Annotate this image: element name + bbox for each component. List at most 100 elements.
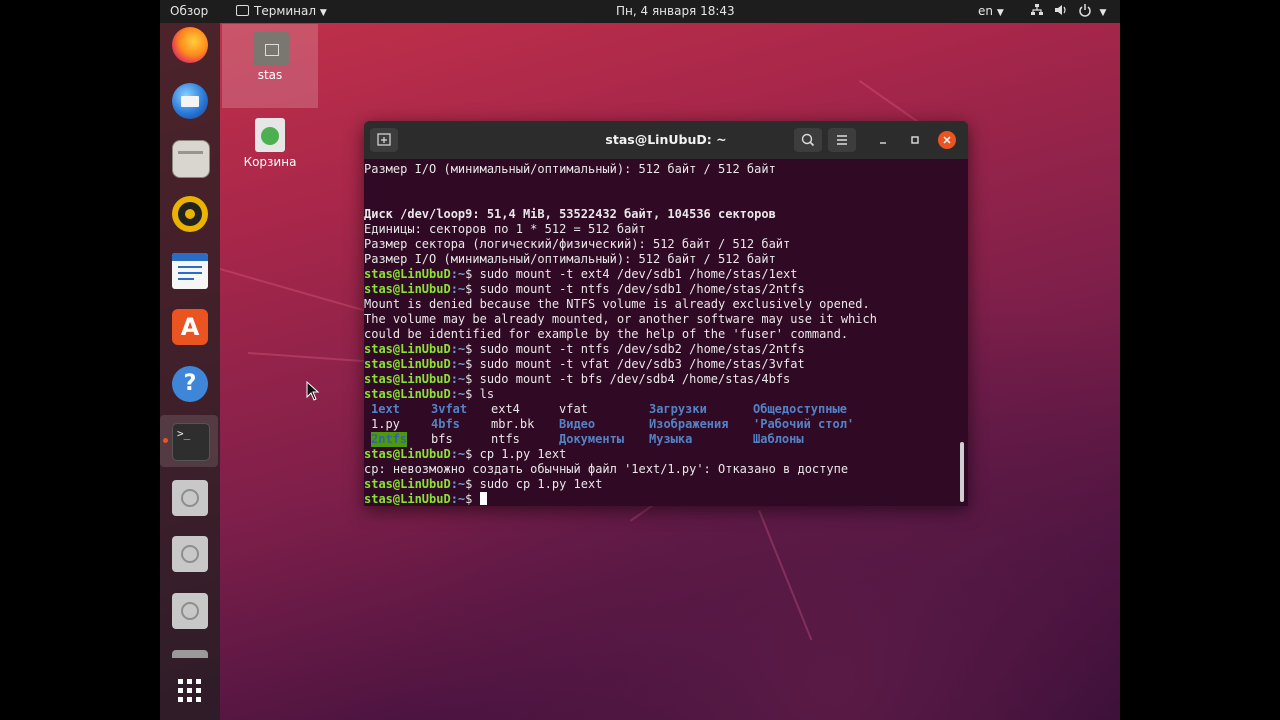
ls-entry: Шаблоны	[753, 432, 804, 446]
terminal-line: Mount is denied because the NTFS volume …	[364, 297, 870, 312]
home-folder-desktop-icon[interactable]: stas	[222, 24, 318, 108]
rhythmbox-icon[interactable]	[172, 196, 208, 232]
terminal-line: could be identified for example by the h…	[364, 327, 848, 342]
ls-entry: 2ntfs	[371, 432, 408, 447]
top-bar: Обзор Терминал ▼ Пн, 4 января 18:43 en ▼…	[160, 0, 1120, 23]
home-folder-label: stas	[257, 68, 283, 82]
ls-entry: Видео	[559, 417, 596, 431]
output-text: could be identified for example by the h…	[364, 327, 849, 341]
terminal-line: stas@LinUbuD:~$	[364, 492, 487, 506]
scrollbar-thumb[interactable]	[960, 442, 964, 502]
clock[interactable]: Пн, 4 января 18:43	[616, 4, 735, 18]
terminal-line: stas@LinUbuD:~$ sudo mount -t bfs /dev/s…	[364, 372, 790, 387]
terminal-line: Размер сектора (логический/физический): …	[364, 237, 790, 252]
prompt-user: stas@LinUbuD	[364, 267, 451, 281]
prompt-path: :~	[450, 477, 466, 491]
files-icon[interactable]	[172, 140, 210, 178]
terminal-line: stas@LinUbuD:~$ sudo mount -t vfat /dev/…	[364, 357, 805, 372]
prompt-sign: $	[465, 447, 480, 461]
prompt-path: :~	[450, 387, 466, 401]
prompt-sign: $	[465, 477, 480, 491]
menu-button[interactable]	[828, 128, 856, 152]
disk-icon[interactable]	[172, 593, 208, 629]
power-icon	[1078, 4, 1091, 17]
chevron-down-icon: ▼	[319, 8, 327, 18]
trash-desktop-icon[interactable]: Корзина	[222, 114, 318, 174]
terminal-line: Диск /dev/loop9: 51,4 MiB, 53522432 байт…	[364, 207, 776, 222]
prompt-path: :~	[450, 492, 466, 506]
prompt-user: stas@LinUbuD	[364, 447, 451, 461]
mouse-pointer-icon	[306, 381, 320, 401]
text-cursor	[479, 492, 487, 505]
command-text: sudo mount -t vfat /dev/sdb3 /home/stas/…	[479, 357, 805, 371]
prompt-sign: $	[465, 267, 480, 281]
command-text: sudo cp 1.py 1ext	[479, 477, 603, 491]
prompt-sign: $	[465, 282, 480, 296]
terminal-output[interactable]: Размер I/O (минимальный/оптимальный): 51…	[364, 159, 958, 506]
terminal-header-bar[interactable]: stas@LinUbuD: ~	[364, 121, 968, 159]
command-text: sudo mount -t bfs /dev/sdb4 /home/stas/4…	[479, 372, 791, 386]
prompt-path: :~	[450, 372, 466, 386]
output-text: Размер I/O (минимальный/оптимальный): 51…	[364, 252, 776, 266]
command-text: sudo mount -t ntfs /dev/sdb2 /home/stas/…	[479, 342, 805, 356]
ls-entry: 1.py	[371, 417, 400, 431]
running-indicator	[163, 438, 168, 443]
prompt-user: stas@LinUbuD	[364, 357, 451, 371]
command-text: sudo mount -t ext4 /dev/sdb1 /home/stas/…	[479, 267, 798, 281]
app-menu-button[interactable]: Терминал ▼	[236, 4, 327, 18]
command-text: sudo mount -t ntfs /dev/sdb1 /home/stas/…	[479, 282, 805, 296]
prompt-path: :~	[450, 447, 466, 461]
output-text: The volume may be already mounted, or an…	[364, 312, 877, 326]
ls-entry: Изображения	[649, 417, 729, 431]
output-text: Единицы: секторов по 1 * 512 = 512 байт	[364, 222, 646, 236]
prompt-user: stas@LinUbuD	[364, 492, 451, 506]
terminal-icon[interactable]: >_	[172, 423, 210, 461]
help-icon[interactable]: ?	[172, 366, 208, 402]
output-text: Размер I/O (минимальный/оптимальный): 51…	[364, 162, 776, 176]
terminal-line: stas@LinUbuD:~$ sudo mount -t ntfs /dev/…	[364, 282, 805, 297]
output-text: Диск /dev/loop9: 51,4 MiB, 53522432 байт…	[364, 207, 776, 221]
language-indicator[interactable]: en ▼	[978, 4, 1004, 18]
terminal-line: stas@LinUbuD:~$ sudo cp 1.py 1ext	[364, 477, 602, 492]
prompt-user: stas@LinUbuD	[364, 387, 451, 401]
prompt-sign: $	[465, 372, 480, 386]
ls-entry: Загрузки	[649, 402, 707, 416]
disk-icon[interactable]	[172, 650, 208, 658]
writer-icon[interactable]	[172, 253, 208, 289]
disk-icon[interactable]	[172, 480, 208, 516]
terminal-window[interactable]: stas@LinUbuD: ~ Размер I/O (минимальный/…	[364, 121, 968, 506]
wallpaper-line	[758, 510, 813, 641]
terminal-line: stas@LinUbuD:~$ ls	[364, 387, 494, 402]
language-label: en	[978, 4, 993, 18]
prompt-path: :~	[450, 357, 466, 371]
ls-entry: ext4	[491, 402, 520, 416]
ls-entry: 1ext	[371, 402, 400, 416]
search-button[interactable]	[794, 128, 822, 152]
prompt-sign: $	[465, 492, 480, 506]
show-applications-icon[interactable]	[172, 673, 208, 709]
prompt-user: stas@LinUbuD	[364, 372, 451, 386]
firefox-icon[interactable]	[172, 27, 208, 63]
command-text: ls	[479, 387, 495, 401]
disk-icon[interactable]	[172, 536, 208, 572]
trash-label: Корзина	[243, 155, 297, 169]
ls-entry: 'Рабочий стол'	[753, 417, 855, 431]
minimize-icon[interactable]	[876, 133, 890, 147]
ls-entry: ntfs	[491, 432, 520, 446]
close-button[interactable]	[938, 131, 956, 149]
software-store-icon[interactable]: A	[172, 309, 208, 345]
terminal-line: stas@LinUbuD:~$ sudo mount -t ntfs /dev/…	[364, 342, 805, 357]
network-icon	[1031, 4, 1043, 15]
system-menu[interactable]: ▼	[1030, 3, 1106, 18]
ls-entry: Документы	[559, 432, 625, 446]
terminal-small-icon	[236, 5, 249, 16]
maximize-icon[interactable]	[908, 133, 922, 147]
app-menu-label: Терминал	[254, 4, 317, 18]
ls-entry: mbr.bk	[491, 417, 535, 431]
activities-button[interactable]: Обзор	[170, 4, 208, 18]
chevron-down-icon: ▼	[996, 8, 1004, 18]
terminal-line: cp: невозможно создать обычный файл '1ex…	[364, 462, 848, 477]
output-text: Mount is denied because the NTFS volume …	[364, 297, 870, 311]
thunderbird-icon[interactable]	[172, 83, 208, 119]
search-icon	[801, 133, 815, 147]
